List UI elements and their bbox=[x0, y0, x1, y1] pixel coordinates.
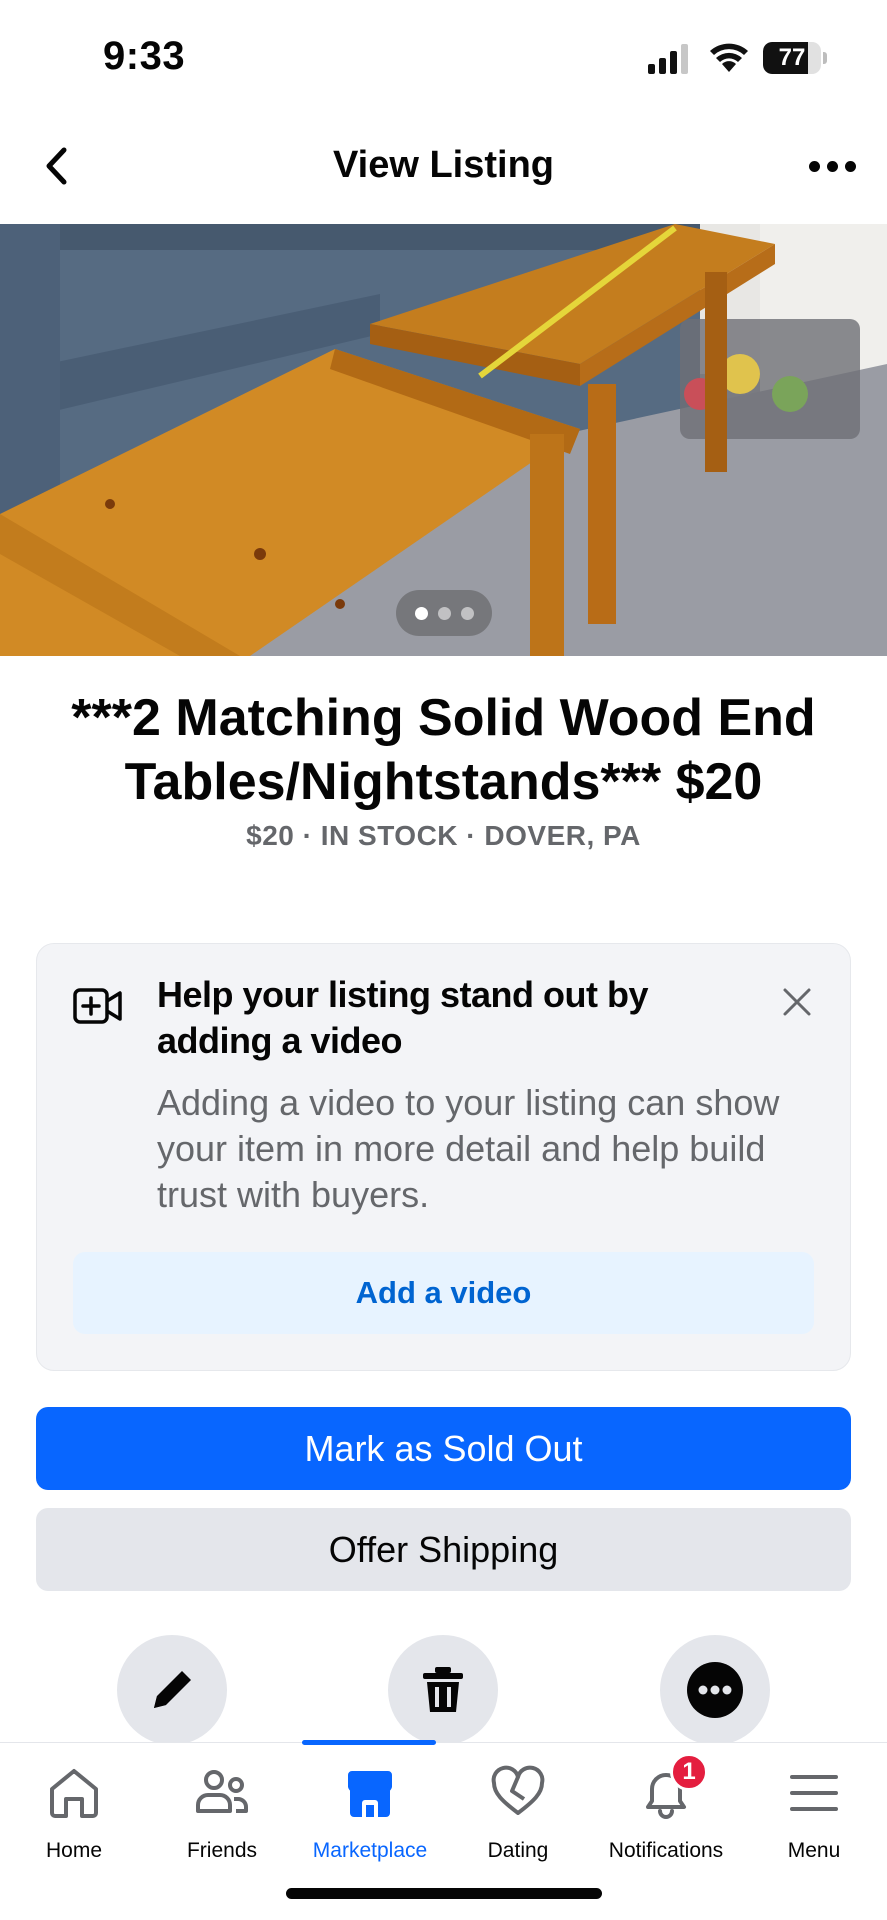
tab-marketplace[interactable]: Marketplace bbox=[296, 1743, 444, 1873]
offer-shipping-button[interactable]: Offer Shipping bbox=[36, 1508, 851, 1591]
pagination-dot bbox=[460, 606, 474, 620]
cellular-signal-icon bbox=[648, 44, 688, 74]
photo-pagination[interactable] bbox=[396, 590, 492, 636]
tab-notifications[interactable]: Notifications bbox=[592, 1743, 740, 1873]
tab-label: Notifications bbox=[608, 1839, 724, 1862]
marketplace-icon bbox=[348, 1771, 392, 1817]
heart-icon bbox=[491, 1765, 545, 1815]
notification-badge: 1 bbox=[670, 1753, 708, 1791]
battery-icon: 77 bbox=[763, 42, 827, 74]
listing-title: ***2 Matching Solid Wood End Tables/Nigh… bbox=[71, 689, 816, 811]
page-title: View Listing bbox=[332, 144, 554, 186]
delete-listing-button[interactable] bbox=[388, 1635, 498, 1745]
listing-photo[interactable] bbox=[0, 224, 887, 656]
add-video-button[interactable]: Add a video bbox=[73, 1252, 814, 1334]
video-add-icon bbox=[73, 988, 122, 1024]
close-icon bbox=[783, 988, 811, 1016]
status-bar: 9:33 77 bbox=[0, 0, 887, 118]
pagination-dot bbox=[414, 606, 428, 620]
more-horizontal-icon bbox=[687, 1662, 743, 1718]
tab-label: Home bbox=[45, 1839, 103, 1862]
tab-dating[interactable]: Dating bbox=[444, 1743, 592, 1873]
tab-label: Marketplace bbox=[312, 1839, 428, 1862]
wifi-icon bbox=[710, 43, 748, 72]
card-heading: Help your listing stand out by adding a … bbox=[157, 974, 649, 1061]
friends-icon bbox=[196, 1770, 248, 1813]
home-indicator bbox=[286, 1888, 602, 1899]
more-actions-button[interactable] bbox=[660, 1635, 770, 1745]
tab-home[interactable]: Home bbox=[0, 1743, 148, 1873]
close-card-button[interactable] bbox=[777, 982, 817, 1022]
battery-level: 77 bbox=[778, 44, 806, 71]
card-body-text: Adding a video to your listing can show … bbox=[157, 1082, 780, 1215]
nav-header: View Listing bbox=[0, 118, 887, 224]
more-horizontal-icon bbox=[808, 160, 820, 172]
home-icon bbox=[50, 1769, 98, 1818]
tab-label: Menu bbox=[787, 1839, 841, 1862]
add-video-card: Help your listing stand out by adding a … bbox=[36, 943, 851, 1371]
status-time: 9:33 bbox=[103, 34, 186, 78]
tab-label: Friends bbox=[186, 1839, 258, 1862]
mark-as-sold-out-button[interactable]: Mark as Sold Out bbox=[36, 1407, 851, 1490]
more-options-button[interactable] bbox=[800, 144, 864, 188]
pagination-dot bbox=[437, 606, 451, 620]
tab-label: Dating bbox=[487, 1839, 549, 1862]
trash-icon bbox=[423, 1667, 463, 1712]
listing-meta: $20 · IN STOCK · DOVER, PA bbox=[246, 820, 641, 851]
pencil-icon bbox=[154, 1671, 191, 1708]
tab-friends[interactable]: Friends bbox=[148, 1743, 296, 1873]
tab-menu[interactable]: Menu bbox=[740, 1743, 887, 1873]
edit-listing-button[interactable] bbox=[117, 1635, 227, 1745]
menu-icon bbox=[790, 1775, 838, 1811]
